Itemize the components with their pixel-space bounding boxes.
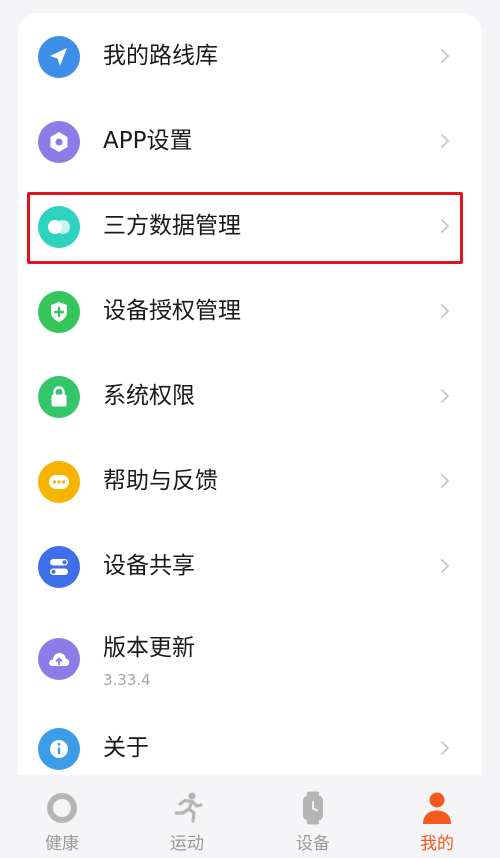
menu-item-label: APP设置 [103,128,193,154]
chevron-right-icon [441,134,449,148]
chevron-right-icon [441,49,449,63]
chevron-right-icon [441,389,449,403]
profile-page: 我的路线库 APP设置 三方数据管理 设备授权管理 系统权限 帮助与反馈 设备共… [0,0,500,858]
menu-item-label: 系统权限 [103,383,195,409]
tab-sport[interactable]: 运动 [147,787,227,857]
menu-item-label: 帮助与反馈 [103,468,218,494]
chevron-right-icon [441,559,449,573]
chevron-right-icon [441,304,449,318]
chat-bubble-icon [38,461,80,503]
menu-item-device-authorization[interactable]: 设备授权管理 [18,271,482,351]
tab-label: 健康 [45,834,79,854]
send-arrow-icon [38,36,80,78]
tab-label: 运动 [170,834,204,854]
menu-item-label: 我的路线库 [103,43,218,69]
chevron-right-icon [441,474,449,488]
toggle-icon [38,546,80,588]
tab-device[interactable]: 设备 [273,787,353,857]
tab-label: 我的 [420,834,454,854]
watch-icon [303,791,323,825]
info-icon [38,728,80,770]
menu-item-help-feedback[interactable]: 帮助与反馈 [18,441,482,521]
chevron-right-icon [441,741,449,755]
menu-item-app-settings[interactable]: APP设置 [18,101,482,181]
menu-item-label: 设备共享 [103,553,195,579]
person-icon [423,792,451,824]
tab-mine[interactable]: 我的 [397,787,477,857]
tab-label: 设备 [296,834,330,854]
cloud-upload-icon [38,638,80,680]
hexagon-settings-icon [38,121,80,163]
version-number: 3.33.4 [103,671,151,689]
settings-menu-card: 我的路线库 APP设置 三方数据管理 设备授权管理 系统权限 帮助与反馈 设备共… [18,13,482,813]
menu-item-route-library[interactable]: 我的路线库 [18,16,482,96]
menu-item-label: 设备授权管理 [103,298,241,324]
menu-item-system-permissions[interactable]: 系统权限 [18,356,482,436]
menu-item-label: 版本更新 [103,635,195,661]
highlight-box [27,192,463,264]
tab-health[interactable]: 健康 [22,787,102,857]
bottom-tab-bar: 健康 运动 设备 我的 [0,775,500,858]
ring-icon [47,793,77,823]
menu-item-version-update[interactable]: 版本更新 3.33.4 [18,618,482,708]
menu-item-device-sharing[interactable]: 设备共享 [18,526,482,606]
shield-plus-icon [38,291,80,333]
menu-item-label: 关于 [103,735,149,761]
lock-icon [38,376,80,418]
running-person-icon [174,792,203,823]
